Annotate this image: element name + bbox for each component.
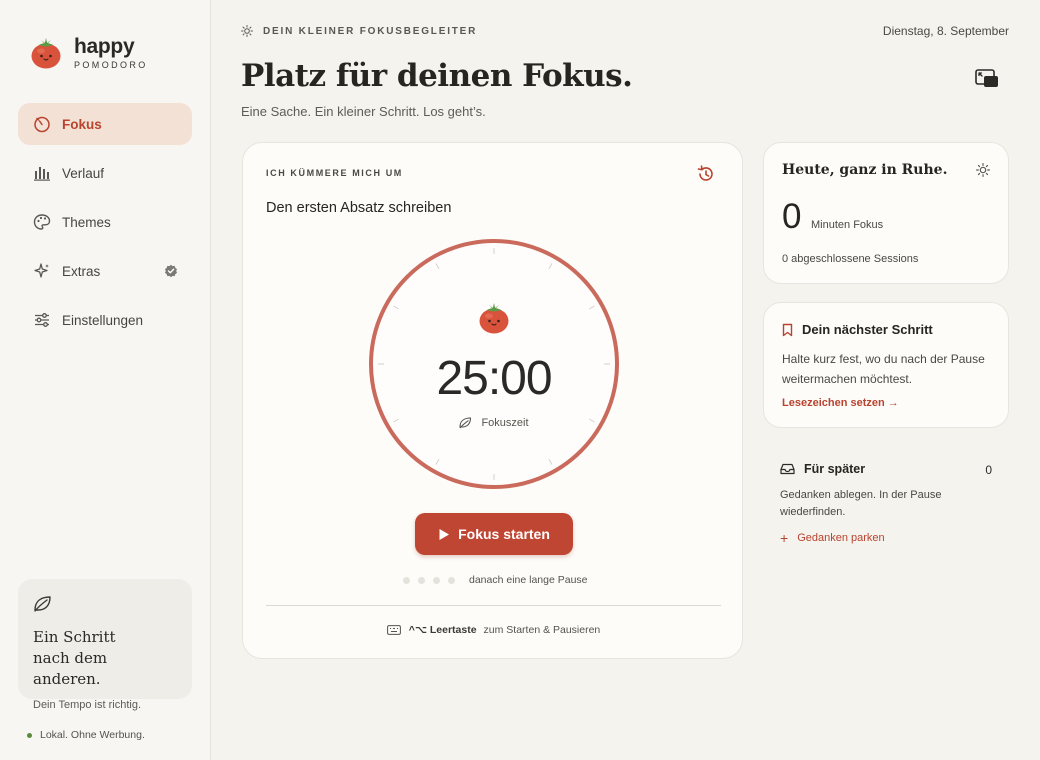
session-progress: danach eine lange Pause <box>403 574 588 586</box>
bookmark-icon <box>782 323 793 336</box>
today-title: Heute, ganz in Ruhe. <box>782 162 948 178</box>
sidebar-item-verlauf[interactable]: Verlauf <box>18 152 192 194</box>
focus-card: ICH KÜMMERE MICH UM Den ersten Absatz sc… <box>242 142 743 659</box>
later-body: Gedanken ablegen. In der Pause wiederfin… <box>780 489 942 518</box>
status-dot <box>27 732 32 738</box>
leaf-icon <box>459 417 472 429</box>
next-step-card: Dein nächster Schritt Halte kurz fest, w… <box>763 302 1009 428</box>
timer: 25:00 Fokuszeit <box>369 239 619 489</box>
timer-icon <box>32 114 52 134</box>
set-bookmark-link[interactable]: Lesezeichen setzen → <box>782 397 899 409</box>
session-dot <box>433 576 440 584</box>
sidebar: happy POMODORO Fokus Verlauf Themes Extr… <box>0 0 211 760</box>
brand-name: happy <box>74 35 135 58</box>
sidebar-item-einstellungen[interactable]: Einstellungen <box>18 299 192 341</box>
sidebar-item-themes[interactable]: Themes <box>18 201 192 243</box>
shortcut-hint: ^⌥ Leertaste zum Starten & Pausieren <box>243 624 744 636</box>
session-dot <box>403 576 410 584</box>
timer-time: 25:00 <box>436 352 552 405</box>
page-title: Platz für deinen Fokus. <box>241 58 633 94</box>
palette-icon <box>32 212 52 232</box>
play-icon <box>439 528 450 540</box>
focus-minutes-count: 0 <box>782 197 802 236</box>
today-card: Heute, ganz in Ruhe. 0 Minuten Fokus 0 a… <box>763 142 1009 284</box>
sun-icon <box>976 163 990 177</box>
tomato-icon <box>479 303 509 334</box>
keyboard-icon <box>386 625 401 635</box>
inbox-icon <box>780 463 795 475</box>
eyebrow: DEIN KLEINER FOKUSBEGLEITER <box>241 25 477 37</box>
current-date: Dienstag, 8. September <box>882 24 1009 38</box>
next-step-body: Halte kurz fest, wo du nach der Pause we… <box>782 352 985 386</box>
history-icon[interactable] <box>696 164 716 184</box>
sidebar-item-label: Extras <box>62 263 101 279</box>
plus-icon: + <box>780 530 789 546</box>
start-focus-button[interactable]: Fokus starten <box>415 513 573 555</box>
sun-icon <box>241 25 253 37</box>
focus-minutes-unit: Minuten Fokus <box>811 219 884 231</box>
footer-note: Lokal. Ohne Werbung. <box>27 729 145 741</box>
picture-in-picture-icon[interactable] <box>974 67 1000 91</box>
quote-card: Ein Schritt nach dem anderen. Dein Tempo… <box>18 579 192 711</box>
brand-subtitle: POMODORO <box>74 60 148 70</box>
task-label: ICH KÜMMERE MICH UM <box>266 168 403 178</box>
sidebar-item-label: Verlauf <box>62 165 105 181</box>
quote-subtitle: Dein Tempo ist richtig. <box>33 699 142 711</box>
sliders-icon <box>32 310 52 330</box>
sidebar-item-label: Fokus <box>62 116 102 132</box>
session-dot <box>418 576 425 584</box>
sparkle-icon <box>32 261 52 281</box>
sessions-count: 0 abgeschlossene Sessions <box>782 253 919 265</box>
tomato-logo-icon <box>31 38 61 69</box>
verified-badge-icon <box>165 264 177 278</box>
sidebar-item-extras[interactable]: Extras <box>18 250 192 292</box>
later-count: 0 <box>985 463 992 477</box>
next-step-title: Dein nächster Schritt <box>782 322 933 337</box>
sidebar-item-fokus[interactable]: Fokus <box>18 103 192 145</box>
later-title: Für später <box>780 462 992 476</box>
session-dot <box>448 576 455 584</box>
sidebar-item-label: Einstellungen <box>62 312 144 328</box>
brand-logo[interactable]: happy POMODORO <box>30 36 148 70</box>
bar-chart-icon <box>32 163 52 183</box>
session-note: danach eine lange Pause <box>469 574 588 586</box>
page-subtitle: Eine Sache. Ein kleiner Schritt. Los geh… <box>241 104 486 119</box>
sidebar-nav: Fokus Verlauf Themes Extras Einstellunge… <box>18 103 192 348</box>
quote-title: Ein Schritt nach dem anderen. <box>33 628 116 688</box>
task-title[interactable]: Den ersten Absatz schreiben <box>266 200 451 216</box>
later-section: Für später 0 Gedanken ablegen. In der Pa… <box>780 462 992 546</box>
park-thoughts-link[interactable]: + Gedanken parken <box>780 530 992 546</box>
leaf-icon <box>34 596 51 612</box>
sidebar-item-label: Themes <box>62 214 111 230</box>
divider <box>266 605 721 606</box>
timer-mode: Fokuszeit <box>369 417 619 429</box>
